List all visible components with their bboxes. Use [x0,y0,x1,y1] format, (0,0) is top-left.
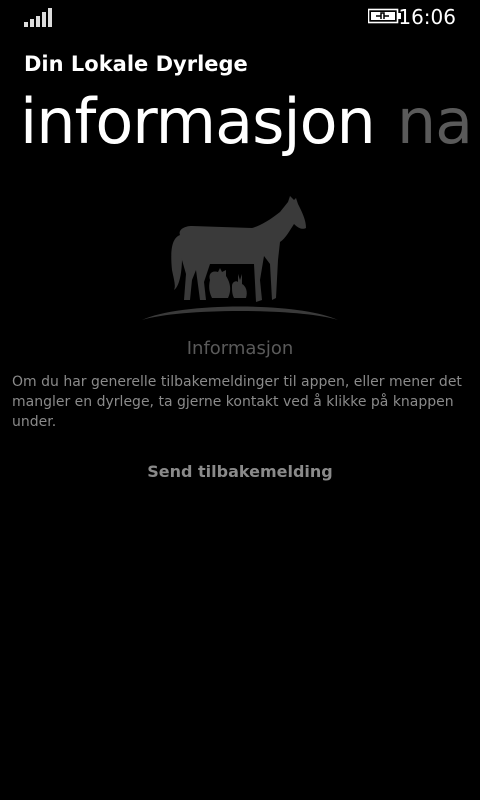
app-title: Din Lokale Dyrlege [24,52,248,76]
pivot-item-next[interactable]: na [397,85,473,158]
pivot-item-informasjon[interactable]: informasjon [20,85,376,158]
battery-charging-icon [368,8,401,24]
send-feedback-button[interactable]: Send tilbakemelding [140,456,340,486]
section-title: Informasjon [186,338,294,359]
signal-strength-icon [24,7,54,27]
info-body-text: Om du har generelle tilbakemeldinger til… [12,374,462,430]
clock: 16:06 [398,5,456,29]
pivot-header: informasjon na [20,85,473,175]
status-bar: 16:06 [0,0,480,32]
horse-cat-rabbit-logo-icon [142,196,338,320]
